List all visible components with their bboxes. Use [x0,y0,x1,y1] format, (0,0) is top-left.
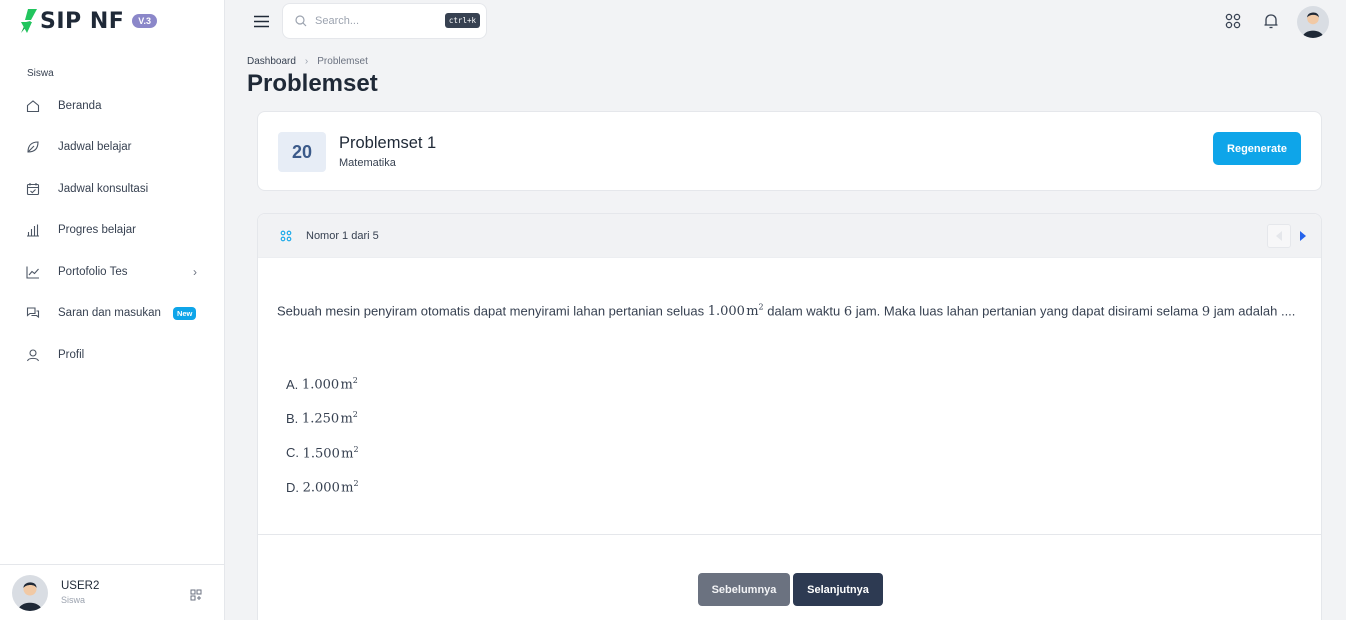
leaf-icon [26,140,40,154]
sidebar-item-jadwal-belajar[interactable]: Jadwal belajar [0,127,224,169]
user-name: USER2 [61,580,100,592]
sidebar-item-label: Portofolio Tes [58,265,128,278]
sidebar-user-panel[interactable]: USER2 Siswa [0,564,224,620]
problemset-count: 20 [278,132,326,172]
regenerate-button[interactable]: Regenerate [1213,132,1301,165]
bar-chart-icon [26,223,40,237]
sidebar-item-label: Profil [58,348,85,361]
sidebar: SIP NF V.3 Siswa Beranda Jadwal belajar … [0,0,225,620]
question-card: Nomor 1 dari 5 Sebuah mesin penyiram oto… [257,213,1322,620]
answer-option-d[interactable]: D. 2.000 m2 [286,470,359,504]
problemset-title: Problemset 1 [339,134,437,152]
chevron-right-icon[interactable]: › [193,265,197,279]
app-logo[interactable]: SIP NF V.3 [20,8,157,34]
calendar-check-icon [26,182,40,196]
sidebar-menu: Beranda Jadwal belajar Jadwal konsultasi… [0,85,224,376]
previous-question-arrow[interactable] [1267,224,1291,248]
version-badge: V.3 [132,14,157,28]
caret-left-icon [1276,231,1282,241]
search-box[interactable]: ctrl+k [282,3,487,39]
previous-button[interactable]: Sebelumnya [698,573,790,606]
home-icon [26,99,40,113]
question-text: Sebuah mesin penyiram otomatis dapat men… [277,303,1296,320]
search-shortcut-hint: ctrl+k [444,13,480,28]
line-chart-icon [26,265,40,279]
logo-mark-icon [21,9,37,33]
problemset-subject: Matematika [339,157,396,169]
answer-options: A. 1.000 m2 B. 1.250 m2 C. 1.500 m2 D. 2… [286,367,359,504]
sidebar-item-saran-dan-masukan[interactable]: Saran dan masukan New [0,293,224,335]
divider [258,534,1321,535]
answer-option-b[interactable]: B. 1.250 m2 [286,401,359,435]
hamburger-menu-icon[interactable] [254,15,269,28]
sidebar-item-beranda[interactable]: Beranda [0,85,224,127]
avatar[interactable] [1297,6,1329,38]
user-role: Siswa [61,595,86,605]
sidebar-item-label: Progres belajar [58,224,136,237]
search-input[interactable] [315,15,435,27]
apps-grid-icon [280,230,292,241]
sidebar-item-label: Saran dan masukan [58,307,161,320]
answer-option-c[interactable]: C. 1.500 m2 [286,436,359,470]
sidebar-item-jadwal-konsultasi[interactable]: Jadwal konsultasi [0,168,224,210]
sidebar-item-label: Beranda [58,99,102,112]
user-icon [26,348,40,362]
breadcrumb: Dashboard › Problemset [247,56,368,67]
next-question-arrow[interactable] [1291,224,1315,248]
sidebar-section-label: Siswa [27,68,54,79]
page-title: Problemset [247,70,378,97]
breadcrumb-dashboard[interactable]: Dashboard [247,56,296,67]
bell-icon[interactable] [1262,12,1280,30]
breadcrumb-separator: › [304,56,309,67]
new-badge: New [172,306,197,320]
question-position: Nomor 1 dari 5 [306,229,379,242]
answer-option-a[interactable]: A. 1.000 m2 [286,367,359,401]
next-button[interactable]: Selanjutnya [793,573,883,606]
switch-account-icon[interactable] [190,589,202,601]
question-header: Nomor 1 dari 5 [258,214,1321,258]
apps-grid-icon[interactable] [1224,12,1242,30]
avatar[interactable] [12,574,48,611]
chat-bubbles-icon [26,306,40,320]
breadcrumb-current: Problemset [317,56,368,67]
problemset-header-card: 20 Problemset 1 Matematika Regenerate [257,111,1322,191]
sidebar-item-label: Jadwal belajar [58,141,132,154]
app-name: SIP NF [40,8,125,34]
caret-right-icon [1300,231,1306,241]
sidebar-item-progres-belajar[interactable]: Progres belajar [0,210,224,252]
search-icon [295,15,307,27]
sidebar-item-label: Jadwal konsultasi [58,182,149,195]
user-info: USER2 Siswa [61,580,99,605]
sidebar-item-profil[interactable]: Profil [0,334,224,376]
sidebar-item-portofolio-tes[interactable]: Portofolio Tes › [0,251,224,293]
